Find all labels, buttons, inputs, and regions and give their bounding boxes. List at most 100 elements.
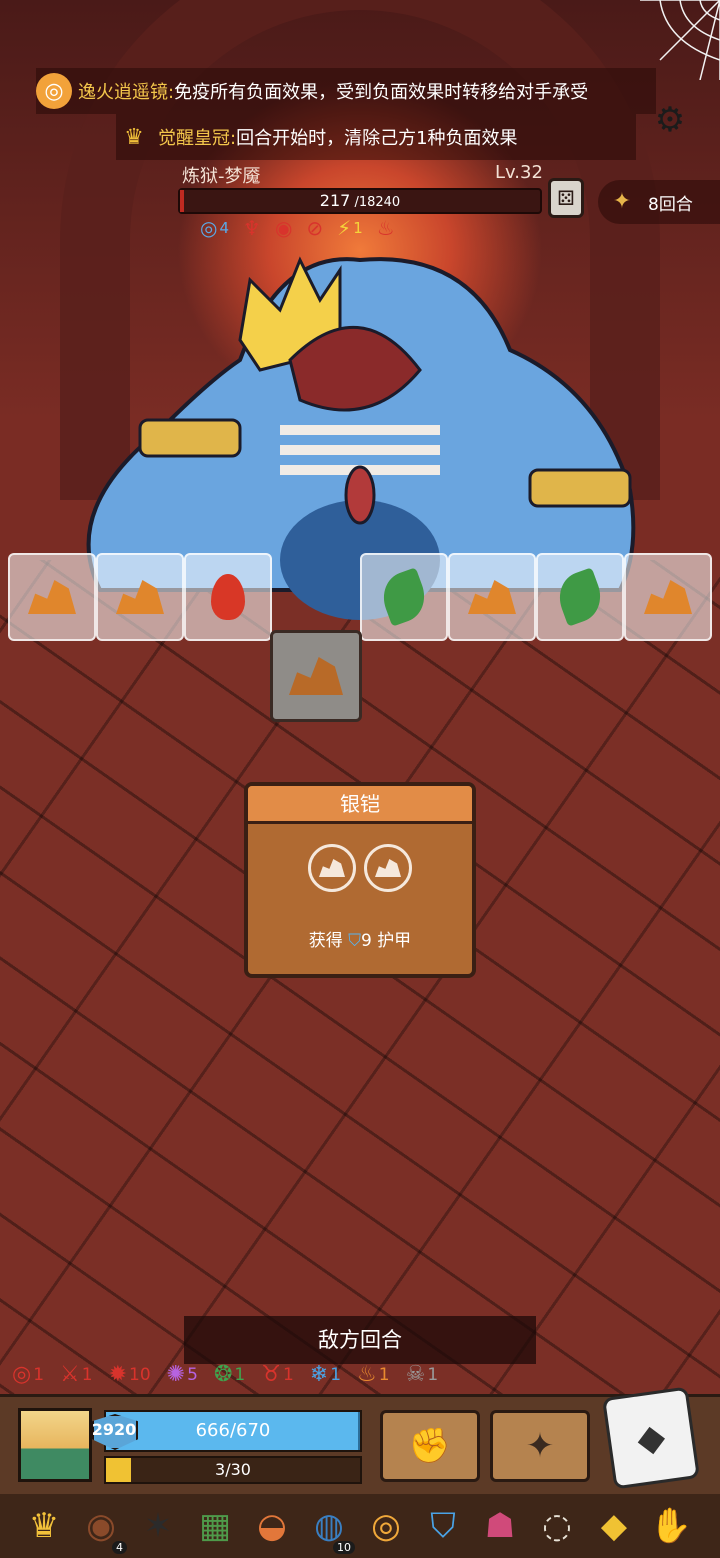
relic-button[interactable]: ◉ 4 <box>73 1498 129 1554</box>
enemy-die[interactable] <box>184 553 272 641</box>
enemy-die[interactable] <box>536 553 624 641</box>
enemy-hp-current: 217 <box>319 191 351 210</box>
rock-icon <box>644 580 692 614</box>
roll-dice-button[interactable]: ◆ <box>602 1386 700 1490</box>
green-book-icon: ▦ <box>198 1506 232 1546</box>
status-spiral[interactable]: ◎ 1 <box>12 1362 44 1387</box>
fire-icon: ♨ <box>357 1362 377 1387</box>
rock-icon <box>289 657 343 695</box>
enemy-hp-max: /18240 <box>350 195 401 210</box>
skill-button-boot[interactable]: ✦ <box>490 1410 590 1482</box>
status-count: 1 <box>378 1364 390 1385</box>
enemy-die[interactable] <box>624 553 712 641</box>
shield-icon: ⛉ <box>348 931 361 951</box>
relic-crown[interactable]: ♛ <box>16 1498 72 1554</box>
buff-name: 逸火逍遥镜: <box>78 82 175 103</box>
status-poison[interactable]: ❂ 1 <box>214 1362 245 1387</box>
relic-blue-crest[interactable]: ⛉ <box>415 1498 471 1554</box>
rock-icon <box>468 580 516 614</box>
skill-button-fist[interactable]: ✊ <box>380 1410 480 1482</box>
relic-donut[interactable]: ◎ <box>358 1498 414 1554</box>
status-skull[interactable]: ☠ 1 <box>406 1362 439 1387</box>
relic-meat[interactable]: ◒ <box>244 1498 300 1554</box>
meat-icon: ◒ <box>257 1506 287 1546</box>
player-energy-bar: 3/30 <box>104 1456 362 1484</box>
dice-icon: ◆ <box>634 1415 668 1461</box>
gem-icon: ◆ <box>600 1506 628 1546</box>
status-count: 1 <box>33 1364 45 1385</box>
effect-value: 9 <box>360 931 372 951</box>
spiral-icon: ◎ <box>12 1362 32 1387</box>
relic-mask[interactable]: ☗ <box>472 1498 528 1554</box>
snowflake-icon: ❄ <box>309 1362 329 1387</box>
fire-icon <box>211 574 245 620</box>
status-count: 1 <box>234 1364 246 1385</box>
mirror-icon: ◌ <box>542 1506 572 1546</box>
fist-icon: ✊ <box>408 1426 452 1466</box>
round-counter: ✦ 8回合 <box>598 180 720 224</box>
status-sword[interactable]: ⚔ 1 <box>60 1362 93 1387</box>
status-burst[interactable]: ✹ 10 <box>109 1362 151 1387</box>
donut-icon: ◎ <box>371 1506 401 1546</box>
relic-mirror[interactable]: ◌ <box>529 1498 585 1554</box>
enemy-die[interactable] <box>96 553 184 641</box>
status-count: 5 <box>187 1364 198 1385</box>
boot-icon: ✦ <box>525 1426 555 1466</box>
effect-suffix: 护甲 <box>377 931 412 951</box>
status-count: 1 <box>330 1364 342 1385</box>
status-snowflake[interactable]: ❄ 1 <box>310 1362 341 1387</box>
status-virus[interactable]: ✺ 5 <box>167 1362 198 1387</box>
rock-icon <box>28 580 76 614</box>
skill-card[interactable]: 银铠 获得 ⛉9 护甲 <box>244 782 476 978</box>
relic-glove[interactable]: ✋ <box>643 1498 699 1554</box>
relic-ninja[interactable]: ✶ <box>130 1498 186 1554</box>
status-count: 10 <box>129 1364 151 1385</box>
card-title: 银铠 <box>248 786 472 824</box>
status-count: 1 <box>282 1364 294 1385</box>
relic-count: 10 <box>333 1541 355 1554</box>
plate-icon: ◍ <box>314 1506 344 1546</box>
enemy-die[interactable] <box>8 553 96 641</box>
ninja-icon: ✶ <box>143 1506 173 1546</box>
crown-icon: ♛ <box>124 124 144 150</box>
relic-gem[interactable]: ◆ <box>586 1498 642 1554</box>
turn-banner: 敌方回合 <box>184 1316 536 1364</box>
player-energy-text: 3/30 <box>215 1460 251 1479</box>
skull-icon: ☠ <box>405 1362 426 1387</box>
settings-gear-icon[interactable]: ⚙ <box>650 100 690 140</box>
button-icon: ◉ <box>86 1506 116 1546</box>
enemy-die[interactable] <box>360 553 448 641</box>
effect-prefix: 获得 <box>308 931 343 951</box>
dice-slot[interactable] <box>308 844 356 892</box>
buff-desc: 回合开始时，清除己方1种负面效果 <box>236 128 518 149</box>
sword-icon: ⚔ <box>60 1362 80 1387</box>
player-hp-bar: 666/670 <box>104 1410 362 1452</box>
player-hp-text: 666/670 <box>195 1420 271 1441</box>
status-count: 1 <box>81 1364 93 1385</box>
enemy-level: Lv.32 <box>495 162 543 183</box>
status-count: 1 <box>427 1364 439 1385</box>
scroll-icon: ✦ <box>612 189 632 214</box>
dice-slot[interactable] <box>364 844 412 892</box>
status-devil[interactable]: ♉ 1 <box>261 1362 294 1387</box>
crown-icon: ♛ <box>28 1506 60 1546</box>
virus-icon: ✺ <box>166 1362 186 1387</box>
relic-green-book[interactable]: ▦ <box>187 1498 243 1554</box>
relic-plate[interactable]: ◍ 10 <box>301 1498 357 1554</box>
enemy-hp-bar: 217 /18240 <box>178 188 542 214</box>
burst-icon: ✹ <box>108 1362 128 1387</box>
leaf-icon <box>376 567 432 627</box>
status-fire[interactable]: ♨ 1 <box>357 1362 390 1387</box>
player-avatar[interactable] <box>18 1408 92 1482</box>
player-armor: 2920 <box>91 1420 137 1439</box>
dice-info-button[interactable]: ⚄ <box>548 178 584 218</box>
rock-icon <box>375 859 401 877</box>
enemy-die[interactable] <box>448 553 536 641</box>
mask-icon: ☗ <box>484 1506 516 1546</box>
buff-row-crown: ♛ 觉醒皇冠: 回合开始时，清除己方1种负面效果 <box>116 114 636 160</box>
selected-die[interactable] <box>270 630 362 722</box>
leaf-icon <box>552 567 608 627</box>
round-label: 8回合 <box>648 194 693 215</box>
buff-name: 觉醒皇冠: <box>158 128 237 149</box>
poison-icon: ❂ <box>213 1362 233 1387</box>
